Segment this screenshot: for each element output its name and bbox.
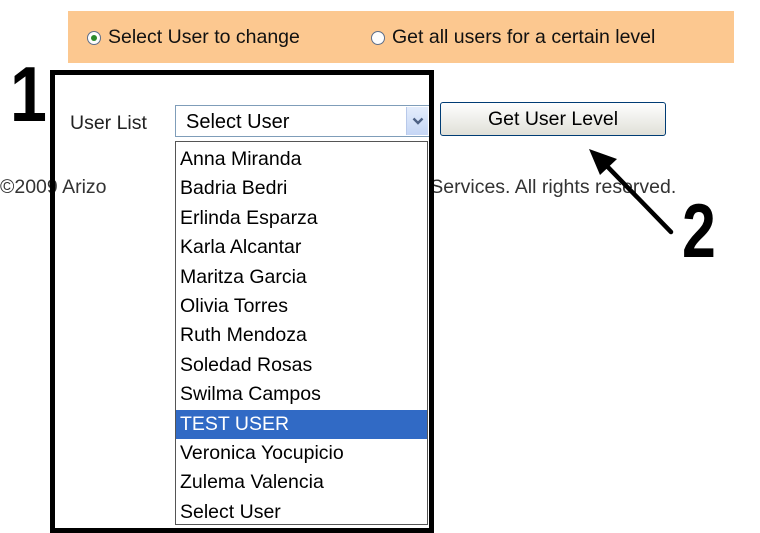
dropdown-option[interactable]: Select User: [176, 498, 427, 527]
dropdown-option[interactable]: Erlinda Esparza: [176, 204, 427, 233]
dropdown-option[interactable]: Karla Alcantar: [176, 233, 427, 262]
radio-checked-icon[interactable]: [87, 30, 101, 45]
dropdown-option[interactable]: Soledad Rosas: [176, 351, 427, 380]
user-dropdown-list[interactable]: Anna Miranda Badria Bedri Erlinda Esparz…: [175, 141, 428, 525]
copyright-text-right: n Services. All rights reserved.: [414, 176, 677, 198]
user-select-value: Select User: [186, 111, 290, 133]
dropdown-option[interactable]: Veronica Yocupicio: [176, 439, 427, 468]
mode-selector-bar: Select User to change Get all users for …: [68, 11, 734, 63]
dropdown-option[interactable]: Maritza Garcia: [176, 263, 427, 292]
user-select[interactable]: Select User: [175, 105, 430, 137]
select-user-radio[interactable]: Select User to change: [87, 26, 300, 49]
get-user-level-button[interactable]: Get User Level: [440, 102, 666, 136]
dropdown-option[interactable]: Zulema Valencia: [176, 468, 427, 497]
radio-unchecked-icon[interactable]: [371, 30, 385, 45]
dropdown-option[interactable]: Olivia Torres: [176, 292, 427, 321]
chevron-down-icon[interactable]: [406, 107, 428, 135]
annotation-label-1: 1: [10, 50, 47, 138]
dropdown-option-selected[interactable]: TEST USER: [176, 409, 427, 439]
dropdown-option[interactable]: Anna Miranda: [176, 145, 427, 174]
select-user-radio-label: Select User to change: [108, 26, 300, 48]
copyright-text-left: ©2009 Arizo: [0, 176, 107, 198]
all-users-level-radio-label: Get all users for a certain level: [392, 26, 656, 48]
annotation-label-2: 2: [682, 189, 716, 274]
all-users-level-radio[interactable]: Get all users for a certain level: [371, 26, 655, 49]
user-list-label: User List: [70, 112, 147, 134]
dropdown-option[interactable]: Ruth Mendoza: [176, 321, 427, 350]
dropdown-option[interactable]: Swilma Campos: [176, 380, 427, 409]
dropdown-option[interactable]: Badria Bedri: [176, 174, 427, 203]
